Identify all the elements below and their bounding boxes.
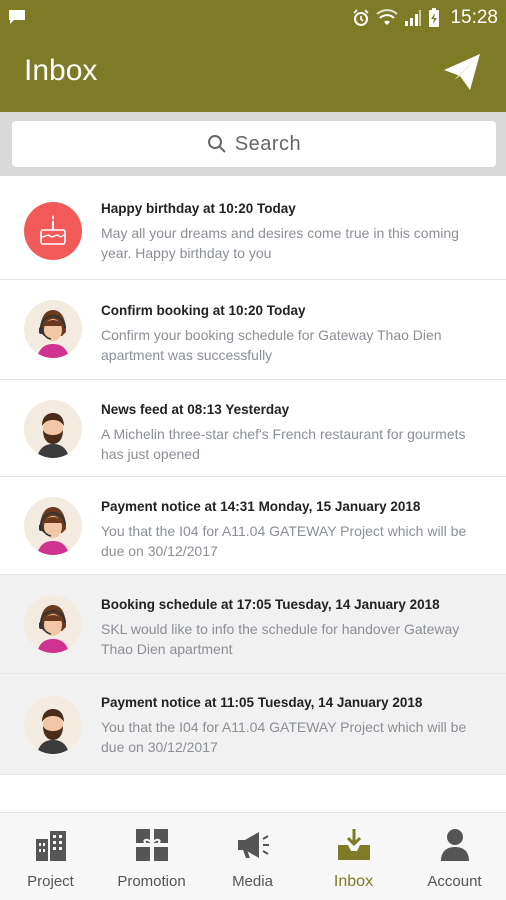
nav-label: Media	[232, 873, 273, 890]
birthday-cake-icon	[24, 202, 82, 260]
message-body: May all your dreams and desires come tru…	[101, 225, 459, 261]
female-support-agent-avatar	[24, 300, 82, 358]
gift-icon	[135, 829, 168, 861]
nav-promotion[interactable]: Promotion	[101, 813, 202, 900]
list-item[interactable]: Payment notice at 14:31 Monday, 15 Janua…	[0, 477, 506, 575]
inbox-tray-icon	[337, 829, 370, 860]
wifi-icon	[376, 9, 399, 25]
message-title: Booking schedule at 17:05 Tuesday, 14 Ja…	[101, 597, 440, 612]
bottom-navigation: Project Promotion Media Inbox Account	[0, 812, 506, 900]
male-bearded-avatar	[24, 696, 82, 754]
nav-label: Account	[427, 873, 482, 890]
nav-inbox[interactable]: Inbox	[303, 813, 404, 900]
buildings-icon	[35, 831, 66, 861]
message-notification-icon	[9, 10, 25, 24]
list-item[interactable]: News feed at 08:13 Yesterday A Michelin …	[0, 380, 506, 477]
nav-media[interactable]: Media	[202, 813, 303, 900]
nav-label: Inbox	[333, 873, 374, 890]
message-title: Payment notice at 11:05 Tuesday, 14 Janu…	[101, 695, 423, 710]
male-bearded-avatar	[24, 400, 82, 458]
female-support-agent-avatar	[24, 497, 82, 555]
message-body: SKL would like to info the schedule for …	[101, 621, 460, 657]
nav-label: Promotion	[117, 873, 186, 890]
search-bar: Search	[0, 112, 506, 176]
status-bar: 15:28	[0, 0, 506, 36]
message-title: Confirm booking at 10:20 Today	[101, 303, 306, 318]
nav-account[interactable]: Account	[404, 813, 505, 900]
status-time: 15:28	[450, 7, 498, 28]
nav-project[interactable]: Project	[0, 813, 101, 900]
message-body: A Michelin three-star chef's French rest…	[101, 426, 466, 462]
search-placeholder: Search	[234, 132, 302, 155]
status-icons: 15:28	[352, 6, 498, 30]
app-bar: Inbox	[0, 36, 506, 112]
search-input[interactable]: Search	[12, 121, 496, 167]
message-list: Happy birthday at 10:20 Today May all yo…	[0, 176, 506, 775]
list-item[interactable]: Confirm booking at 10:20 Today Confirm y…	[0, 280, 506, 380]
list-item[interactable]: Happy birthday at 10:20 Today May all yo…	[0, 176, 506, 280]
message-body: You that the I04 for A11.04 GATEWAY Proj…	[101, 719, 467, 755]
search-icon	[207, 135, 226, 153]
message-body: You that the I04 for A11.04 GATEWAY Proj…	[101, 523, 467, 559]
page-title: Inbox	[24, 54, 98, 87]
message-title: News feed at 08:13 Yesterday	[101, 402, 290, 417]
megaphone-icon	[237, 832, 269, 858]
user-icon	[440, 829, 469, 861]
list-item[interactable]: Booking schedule at 17:05 Tuesday, 14 Ja…	[0, 575, 506, 674]
nav-label: Project	[27, 873, 74, 890]
send-icon[interactable]	[440, 50, 484, 94]
alarm-icon	[353, 9, 370, 26]
message-body: Confirm your booking schedule for Gatewa…	[101, 327, 442, 363]
battery-charging-icon	[429, 8, 440, 27]
female-support-agent-avatar	[24, 595, 82, 653]
list-item[interactable]: Payment notice at 11:05 Tuesday, 14 Janu…	[0, 674, 506, 775]
message-title: Happy birthday at 10:20 Today	[101, 201, 296, 216]
signal-icon	[405, 10, 422, 26]
message-title: Payment notice at 14:31 Monday, 15 Janua…	[101, 499, 421, 514]
